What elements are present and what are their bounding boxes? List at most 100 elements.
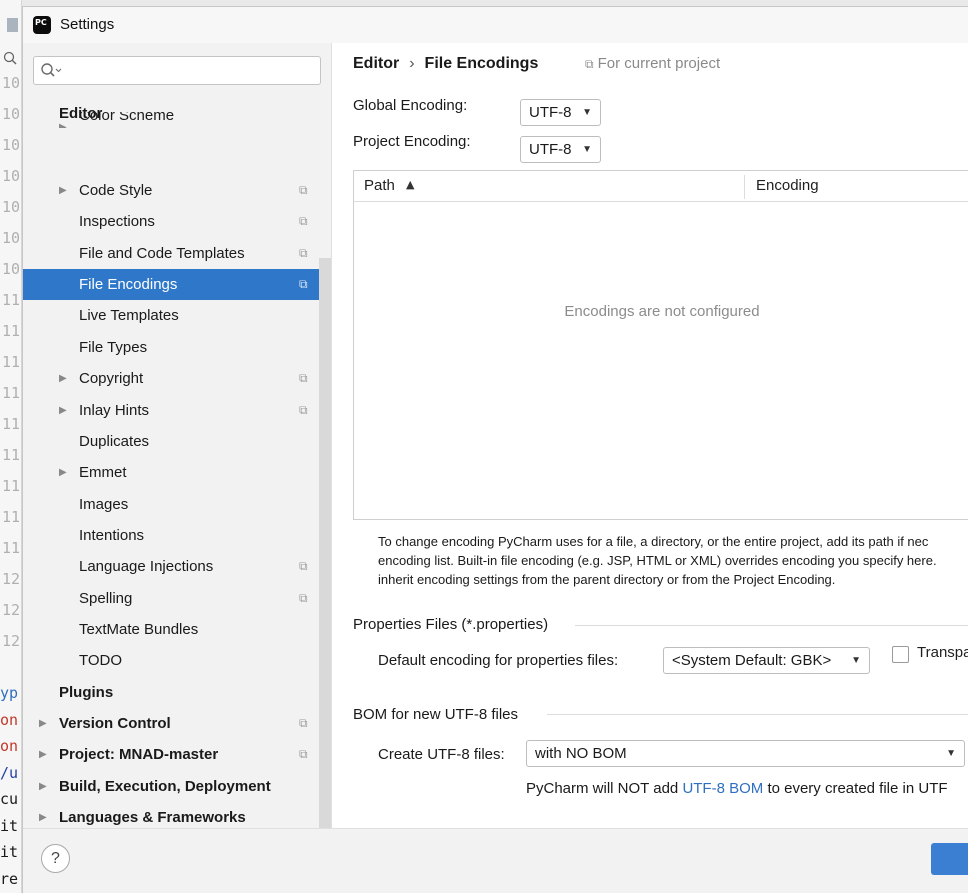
properties-encoding-select[interactable]: <System Default: GBK> ▼ (663, 647, 870, 674)
background-code-fragment: cu (0, 790, 19, 808)
project-encoding-select[interactable]: UTF-8 ▼ (520, 136, 601, 163)
project-scope-icon: ⧉ (299, 716, 308, 730)
sidebar-item-code-style[interactable]: ▶ Code Style ⧉ (23, 175, 319, 206)
transparent-native-label[interactable]: Transpa (917, 644, 968, 661)
background-line-number: 11 (2, 539, 21, 557)
sidebar-item-label: Plugins (59, 683, 114, 701)
sidebar-item-label: TODO (79, 652, 123, 670)
project-scope-icon: ⧉ (299, 183, 308, 198)
background-line-number: 11 (2, 384, 21, 402)
sidebar-item-textmate-bundles[interactable]: TextMate Bundles (23, 614, 319, 645)
sidebar-item-inlay-hints[interactable]: ▶ Inlay Hints ⧉ (23, 395, 319, 426)
section-divider (575, 625, 968, 626)
title-bar[interactable]: PC Settings (23, 7, 968, 43)
background-line-number: 11 (2, 415, 21, 433)
sidebar-item-build-execution-deployment[interactable]: ▶ Build, Execution, Deployment (23, 771, 319, 802)
sidebar-item-project-mnad-master[interactable]: ▶ Project: MNAD-master ⧉ (23, 739, 319, 770)
dialog-footer: ? (23, 828, 968, 893)
ok-button[interactable] (931, 843, 968, 875)
expand-arrow-icon[interactable]: ▶ (59, 363, 69, 384)
chevron-down-icon: ▼ (582, 107, 592, 118)
sidebar-item-emmet[interactable]: ▶ Emmet (23, 457, 319, 488)
sidebar-item-color-scheme[interactable]: ▶ Color Scheme (23, 112, 319, 128)
global-encoding-label: Global Encoding: (353, 97, 468, 114)
expand-arrow-icon[interactable]: ▶ (39, 739, 49, 760)
properties-default-label: Default encoding for properties files: (378, 652, 619, 669)
sidebar-item-label: Project: MNAD-master (59, 746, 219, 764)
settings-dialog: PC Settings Editor ▶ Color Scheme ▶ Code Sty… (22, 6, 968, 893)
column-header-path[interactable]: Path (364, 177, 395, 194)
global-encoding-value: UTF-8 (529, 104, 572, 121)
background-code-fragment: yp (0, 684, 19, 702)
background-file-icon (6, 17, 20, 33)
background-code-fragment: re (0, 869, 19, 888)
create-utf8-select[interactable]: with NO BOM ▼ (526, 740, 965, 767)
sidebar-item-duplicates[interactable]: Duplicates (23, 426, 319, 457)
sidebar-item-file-and-code-templates[interactable]: File and Code Templates ⧉ (23, 238, 319, 269)
expand-arrow-icon[interactable]: ▶ (39, 708, 49, 729)
project-scope-icon: ⧉ (299, 590, 308, 605)
sidebar-item-live-templates[interactable]: Live Templates (23, 300, 319, 331)
project-scope-icon: ⧉ (299, 402, 308, 417)
column-divider[interactable] (744, 175, 745, 199)
background-line-number: 10 (2, 74, 21, 92)
background-line-number: 10 (2, 229, 21, 247)
bom-note-suffix: to every created file in UTF (763, 780, 948, 797)
sidebar-item-plugins[interactable]: Plugins (23, 677, 319, 708)
background-line-number: 11 (2, 291, 21, 309)
sidebar-item-languages-frameworks[interactable]: ▶ Languages & Frameworks (23, 802, 319, 828)
sidebar-scrollbar[interactable] (319, 258, 331, 828)
background-code-fragment: /u (0, 763, 19, 782)
encodings-table[interactable]: Path ▲ Encoding Encodings are not config… (353, 170, 968, 520)
expand-arrow-icon[interactable]: ▶ (59, 395, 69, 416)
sidebar-item-images[interactable]: Images (23, 489, 319, 520)
sidebar-item-inspections[interactable]: Inspections ⧉ (23, 206, 319, 237)
column-header-encoding[interactable]: Encoding (756, 177, 819, 194)
table-empty-message: Encodings are not configured (564, 303, 760, 320)
background-line-number: 11 (2, 353, 21, 371)
project-scope-icon: ⧉ (299, 214, 308, 229)
expand-arrow-icon[interactable]: ▶ (59, 457, 69, 478)
scope-label: For current project (597, 55, 721, 72)
sidebar-item-label: TextMate Bundles (79, 620, 199, 638)
background-search-icon (3, 51, 19, 71)
project-scope-icon: ⧉ (585, 57, 594, 71)
breadcrumb-parent[interactable]: Editor (353, 55, 399, 72)
section-divider (547, 714, 968, 715)
hint-line: inherit encoding settings from the paren… (378, 572, 836, 587)
expand-arrow-icon[interactable]: ▶ (59, 175, 69, 196)
sidebar-item-todo[interactable]: TODO (23, 645, 319, 676)
sidebar-item-label: Emmet (79, 464, 127, 482)
background-code-fragment: it (0, 816, 19, 835)
sidebar-item-label: Spelling (79, 589, 133, 607)
expand-arrow-icon[interactable]: ▶ (59, 112, 69, 128)
expand-arrow-icon[interactable]: ▶ (39, 802, 49, 823)
global-encoding-select[interactable]: UTF-8 ▼ (520, 99, 601, 126)
properties-encoding-value: <System Default: GBK> (672, 652, 832, 669)
settings-search-input[interactable] (33, 56, 321, 85)
utf8-bom-link[interactable]: UTF-8 BOM (682, 780, 763, 797)
sidebar-item-spelling[interactable]: Spelling ⧉ (23, 583, 319, 614)
sidebar-item-version-control[interactable]: ▶ Version Control ⧉ (23, 708, 319, 739)
sidebar-item-copyright[interactable]: ▶ Copyright ⧉ (23, 363, 319, 394)
transparent-native-checkbox[interactable] (892, 646, 909, 663)
chevron-down-icon: ▼ (851, 655, 861, 666)
sidebar-item-intentions[interactable]: Intentions (23, 520, 319, 551)
sidebar-item-label: Inspections (79, 213, 155, 231)
pycharm-logo-icon: PC (31, 14, 53, 36)
sidebar-item-language-injections[interactable]: Language Injections ⧉ (23, 551, 319, 582)
sidebar-item-label: Inlay Hints (79, 401, 150, 419)
background-code-fragment: it (0, 843, 19, 861)
background-line-number: 10 (2, 136, 21, 154)
sidebar-item-file-encodings[interactable]: File Encodings ⧉ (23, 269, 319, 301)
help-button[interactable]: ? (41, 844, 70, 873)
project-scope-icon: ⧉ (299, 245, 308, 260)
sidebar-item-label: Code Style (79, 182, 153, 200)
sidebar-item-file-types[interactable]: File Types (23, 332, 319, 363)
background-line-number: 10 (2, 198, 21, 216)
breadcrumb-separator: › (409, 55, 415, 72)
sidebar-item-label: Languages & Frameworks (59, 809, 246, 827)
expand-arrow-icon[interactable]: ▶ (39, 771, 49, 792)
background-editor-gutter: 10 10 10 10 10 10 10 11 11 11 11 11 11 11 11 11 12 12 12 yp… (0, 0, 22, 893)
window-title: Settings (60, 16, 115, 33)
